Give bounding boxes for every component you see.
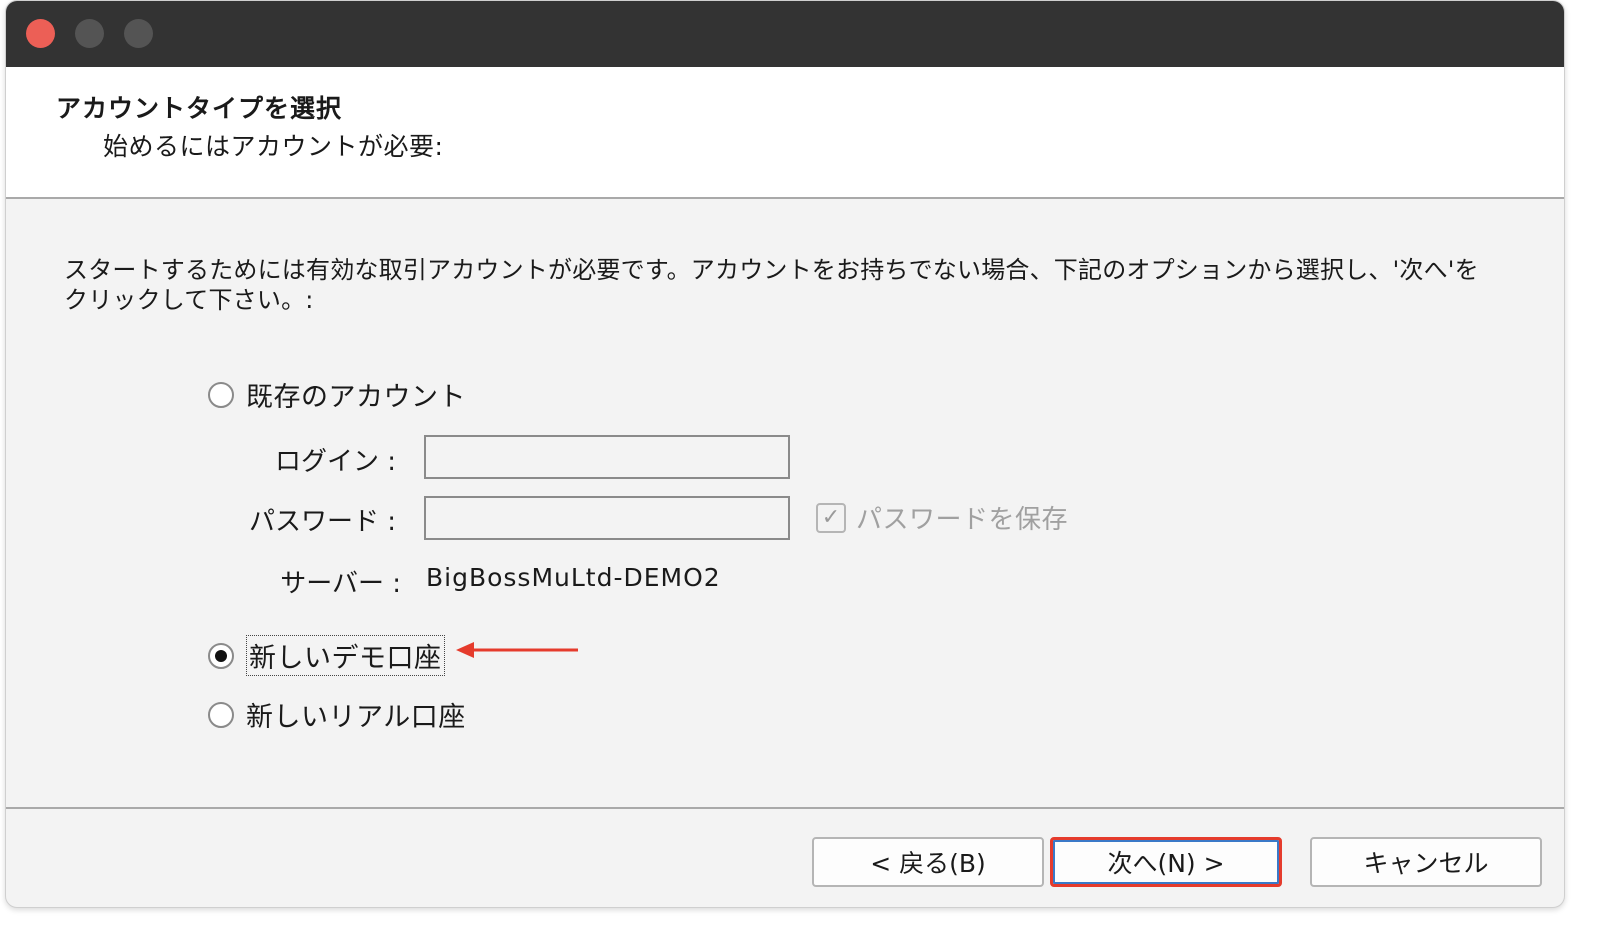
header-subtitle: 始めるにはアカウントが必要:: [103, 132, 444, 161]
instruction-text: スタートするためには有効な取引アカウントが必要です。アカウントをお持ちでない場合…: [64, 256, 1479, 314]
maximize-window-icon[interactable]: [124, 19, 153, 48]
save-password-checkbox-row[interactable]: ✓ パスワードを保存: [816, 499, 1068, 536]
minimize-window-icon[interactable]: [75, 19, 104, 48]
back-button[interactable]: < 戻る(B): [812, 837, 1044, 887]
title-bar: [6, 1, 1564, 67]
dialog-header: アカウントタイプを選択 始めるにはアカウントが必要:: [6, 67, 1564, 199]
login-input[interactable]: [424, 435, 790, 479]
new-real-radio[interactable]: [208, 701, 234, 728]
dialog-footer: < 戻る(B) 次へ(N) > キャンセル: [6, 807, 1564, 907]
option-existing-account[interactable]: 既存のアカウント: [208, 375, 466, 414]
save-password-label: パスワードを保存: [856, 505, 1069, 535]
server-value: BigBossMuLtd-DEMO2: [426, 563, 721, 592]
close-window-icon[interactable]: [26, 19, 55, 48]
red-arrow-annotation: [456, 642, 578, 658]
password-label: パスワード :: [248, 507, 396, 537]
new-demo-label: 新しいデモ口座: [246, 635, 445, 676]
option-new-demo[interactable]: 新しいデモ口座: [208, 635, 445, 676]
server-label: サーバー :: [280, 569, 401, 599]
existing-account-radio[interactable]: [208, 381, 234, 408]
existing-account-label: 既存のアカウント: [246, 382, 466, 413]
dialog-body: スタートするためには有効な取引アカウントが必要です。アカウントをお持ちでない場合…: [6, 199, 1564, 807]
login-label: ログイン :: [274, 447, 396, 477]
new-demo-radio[interactable]: [208, 642, 234, 669]
cancel-button[interactable]: キャンセル: [1310, 837, 1542, 887]
checkmark-icon: ✓: [821, 504, 841, 530]
account-type-dialog: アカウントタイプを選択 始めるにはアカウントが必要: スタートするためには有効な…: [5, 0, 1565, 908]
password-input[interactable]: [424, 496, 790, 540]
new-real-label: 新しいリアル口座: [246, 702, 466, 733]
option-new-real[interactable]: 新しいリアル口座: [208, 695, 466, 734]
next-button[interactable]: 次へ(N) >: [1050, 837, 1282, 887]
header-title: アカウントタイプを選択: [56, 94, 343, 123]
save-password-checkbox[interactable]: ✓: [816, 502, 846, 533]
